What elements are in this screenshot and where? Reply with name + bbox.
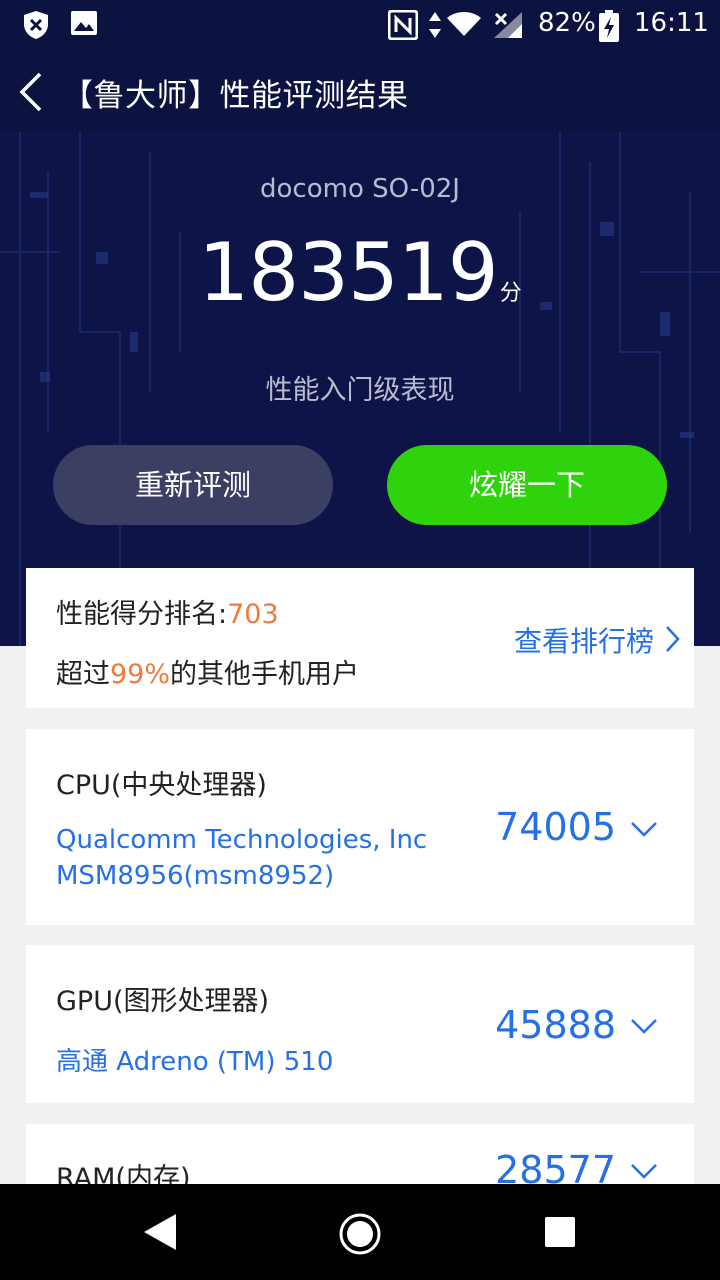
gpu-score: 45888 [495,1003,616,1047]
retest-button[interactable]: 重新评测 [53,445,333,525]
total-score: 183519分 [0,226,720,319]
chevron-down-icon[interactable] [630,1017,658,1035]
cpu-model: MSM8956(msm8952) [56,861,335,891]
exceed-suffix: 的其他手机用户 [170,659,360,690]
navigation-bar [0,1184,720,1280]
cpu-vendor: Qualcomm Technologies, Inc [56,825,428,855]
rank-label: 性能得分排名: [56,599,228,630]
rank-text: 性能得分排名:703 [56,592,279,631]
exceed-text: 超过99%的其他手机用户 [56,652,359,691]
status-bar: 82% 16:11 [0,0,720,52]
data-transfer-icon [429,12,441,38]
gpu-title: GPU(图形处理器) [56,986,270,1017]
cpu-title: CPU(中央处理器) [56,770,267,801]
performance-level: 性能入门级表现 [265,375,455,406]
signal-icon [494,12,522,38]
back-button[interactable] [14,70,54,114]
score-unit: 分 [499,281,522,306]
chevron-down-icon[interactable] [630,820,658,838]
battery-percent: 82% [538,8,596,38]
clock: 16:11 [634,8,709,38]
screen: 82% 16:11 【鲁大师】性能评测结果 docomo SO-02J 1835… [0,0,720,1280]
shield-icon [24,11,48,39]
chevron-right-icon [666,626,680,652]
nav-home-icon[interactable] [338,1212,382,1256]
page-title: 【鲁大师】性能评测结果 [62,78,409,114]
wifi-icon [447,12,481,36]
rank-value: 703 [227,599,279,630]
gpu-card[interactable]: GPU(图形处理器) 高通 Adreno (TM) 510 45888 [26,945,694,1103]
share-button[interactable]: 炫耀一下 [387,445,667,525]
image-icon [71,11,97,35]
gpu-model: 高通 Adreno (TM) 510 [56,1047,334,1077]
nav-recents-icon[interactable] [544,1216,576,1248]
cpu-card[interactable]: CPU(中央处理器) Qualcomm Technologies, Inc MS… [26,729,694,925]
nfc-icon [388,10,418,40]
total-score-value: 183519 [198,226,498,319]
battery-charging-icon [599,10,619,42]
chevron-down-icon[interactable] [630,1162,658,1180]
back-arrow-icon [19,72,42,112]
view-leaderboard-link[interactable]: 查看排行榜 [514,620,654,660]
cpu-score: 74005 [495,805,616,849]
exceed-percent: 99% [110,659,171,690]
ranking-card: 性能得分排名:703 超过99%的其他手机用户 查看排行榜 [26,568,694,708]
app-bar: 【鲁大师】性能评测结果 [0,52,720,132]
exceed-prefix: 超过 [56,659,110,690]
device-name: docomo SO-02J [260,174,460,204]
nav-back-icon[interactable] [142,1212,180,1252]
